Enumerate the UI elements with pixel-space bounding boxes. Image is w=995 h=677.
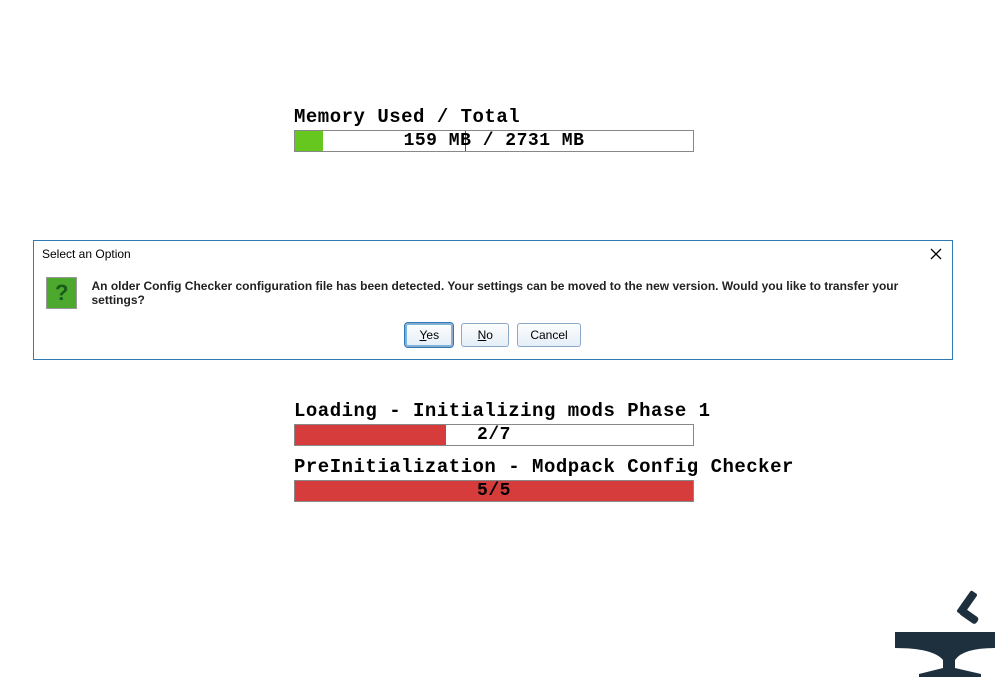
dialog-message-row: ? An older Config Checker configuration …	[46, 277, 940, 309]
memory-label: Memory Used / Total	[294, 106, 702, 128]
dialog-title: Select an Option	[42, 247, 131, 261]
cancel-button[interactable]: Cancel	[517, 323, 580, 347]
option-dialog: Select an Option ? An older Config Check…	[33, 240, 953, 360]
dialog-message: An older Config Checker configuration fi…	[91, 279, 940, 307]
yes-button[interactable]: Yes	[405, 323, 453, 347]
memory-bar-text: 159 MB / 2731 MB	[295, 131, 693, 151]
memory-progress-bar: 159 MB / 2731 MB	[294, 130, 694, 152]
no-mnemonic: N	[478, 328, 487, 342]
loading-phase1-text: 2/7	[295, 425, 693, 445]
loading-phase1-block: Loading - Initializing mods Phase 1 2/7	[294, 400, 702, 446]
loading-section: Loading - Initializing mods Phase 1 2/7 …	[294, 400, 702, 512]
no-button[interactable]: No	[461, 323, 509, 347]
dialog-button-row: Yes No Cancel	[46, 323, 940, 347]
loading-phase1-label: Loading - Initializing mods Phase 1	[294, 400, 702, 422]
question-icon: ?	[46, 277, 77, 309]
dialog-body: ? An older Config Checker configuration …	[34, 267, 952, 359]
close-button[interactable]	[926, 245, 946, 263]
loading-phase1-bar: 2/7	[294, 424, 694, 446]
loading-preinit-label: PreInitialization - Modpack Config Check…	[294, 456, 702, 478]
loading-preinit-text: 5/5	[295, 481, 693, 501]
loading-preinit-block: PreInitialization - Modpack Config Check…	[294, 456, 702, 502]
forge-anvil-icon	[885, 582, 995, 677]
memory-section: Memory Used / Total 159 MB / 2731 MB	[294, 106, 702, 152]
close-icon	[930, 248, 942, 260]
dialog-titlebar: Select an Option	[34, 241, 952, 267]
yes-mnemonic: Y	[420, 328, 427, 342]
loading-preinit-bar: 5/5	[294, 480, 694, 502]
